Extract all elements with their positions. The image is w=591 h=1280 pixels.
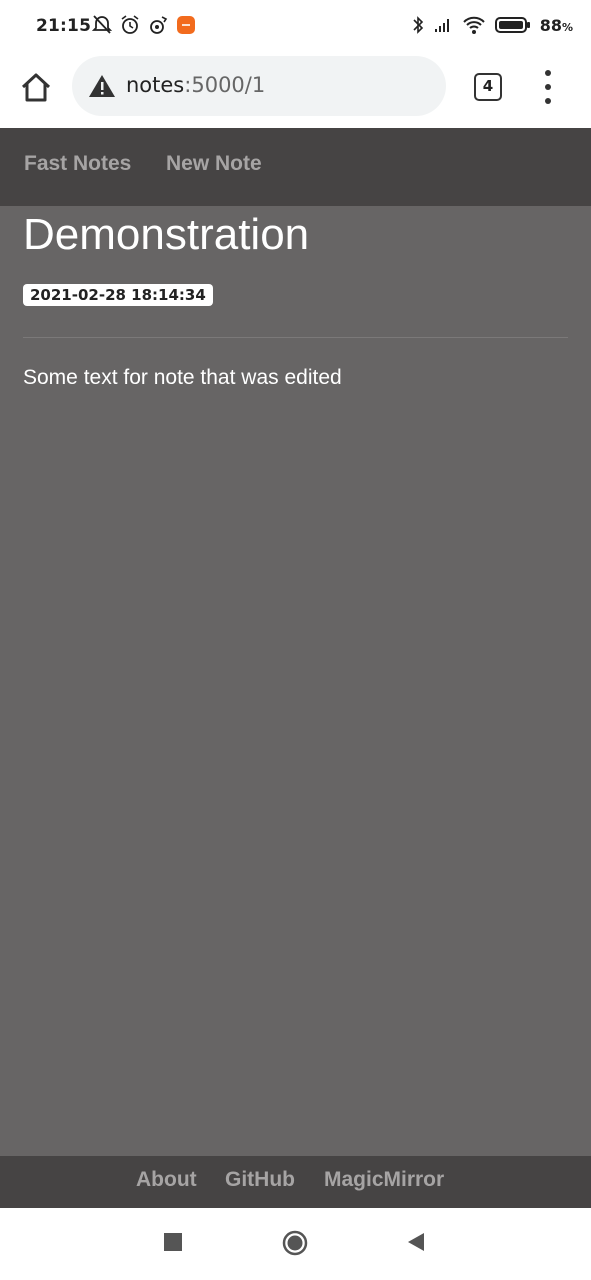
system-nav-bar	[0, 1208, 591, 1280]
note-content: Demonstration 2021-02-28 18:14:34 Some t…	[0, 206, 591, 1156]
nav-new-note-link[interactable]: New Note	[166, 152, 262, 176]
bluetooth-icon	[413, 16, 423, 34]
mute-alarm-icon	[92, 15, 112, 34]
url-bar[interactable]: notes:5000/1	[72, 56, 446, 116]
footer-magicmirror-link[interactable]: MagicMirror	[324, 1168, 444, 1192]
site-navbar: Fast Notes New Note	[0, 128, 591, 206]
note-body: Some text for note that was edited	[23, 366, 342, 389]
warning-icon[interactable]	[88, 74, 116, 98]
recents-icon[interactable]	[163, 1232, 183, 1252]
nav-brand-link[interactable]: Fast Notes	[24, 152, 131, 176]
status-icons-left	[92, 14, 196, 36]
footer-about-link[interactable]: About	[136, 1168, 197, 1192]
signal-icon	[434, 19, 449, 32]
status-bar: 21:15 88%	[0, 0, 591, 56]
battery-icon	[494, 17, 530, 33]
footer-github-link[interactable]: GitHub	[225, 1168, 295, 1192]
divider	[23, 337, 568, 338]
home-circle-icon[interactable]	[282, 1230, 308, 1256]
home-icon[interactable]	[18, 70, 54, 106]
tab-switcher-button[interactable]: 4	[474, 73, 502, 101]
back-icon[interactable]	[406, 1232, 426, 1252]
status-icons-right: 88%	[412, 14, 573, 36]
battery-level: 88%	[539, 15, 573, 35]
alarm-icon	[121, 15, 139, 34]
note-title: Demonstration	[23, 210, 310, 259]
media-icon	[150, 16, 168, 34]
app-notification-icon	[177, 16, 195, 34]
browser-menu-icon[interactable]	[540, 70, 556, 104]
status-time: 21:15	[36, 16, 92, 36]
url-text[interactable]: notes:5000/1	[126, 73, 265, 97]
browser-toolbar: notes:5000/1 4	[0, 56, 591, 128]
wifi-icon	[462, 16, 485, 34]
note-timestamp-badge: 2021-02-28 18:14:34	[23, 284, 213, 306]
site-footer: About GitHub MagicMirror	[0, 1156, 591, 1208]
